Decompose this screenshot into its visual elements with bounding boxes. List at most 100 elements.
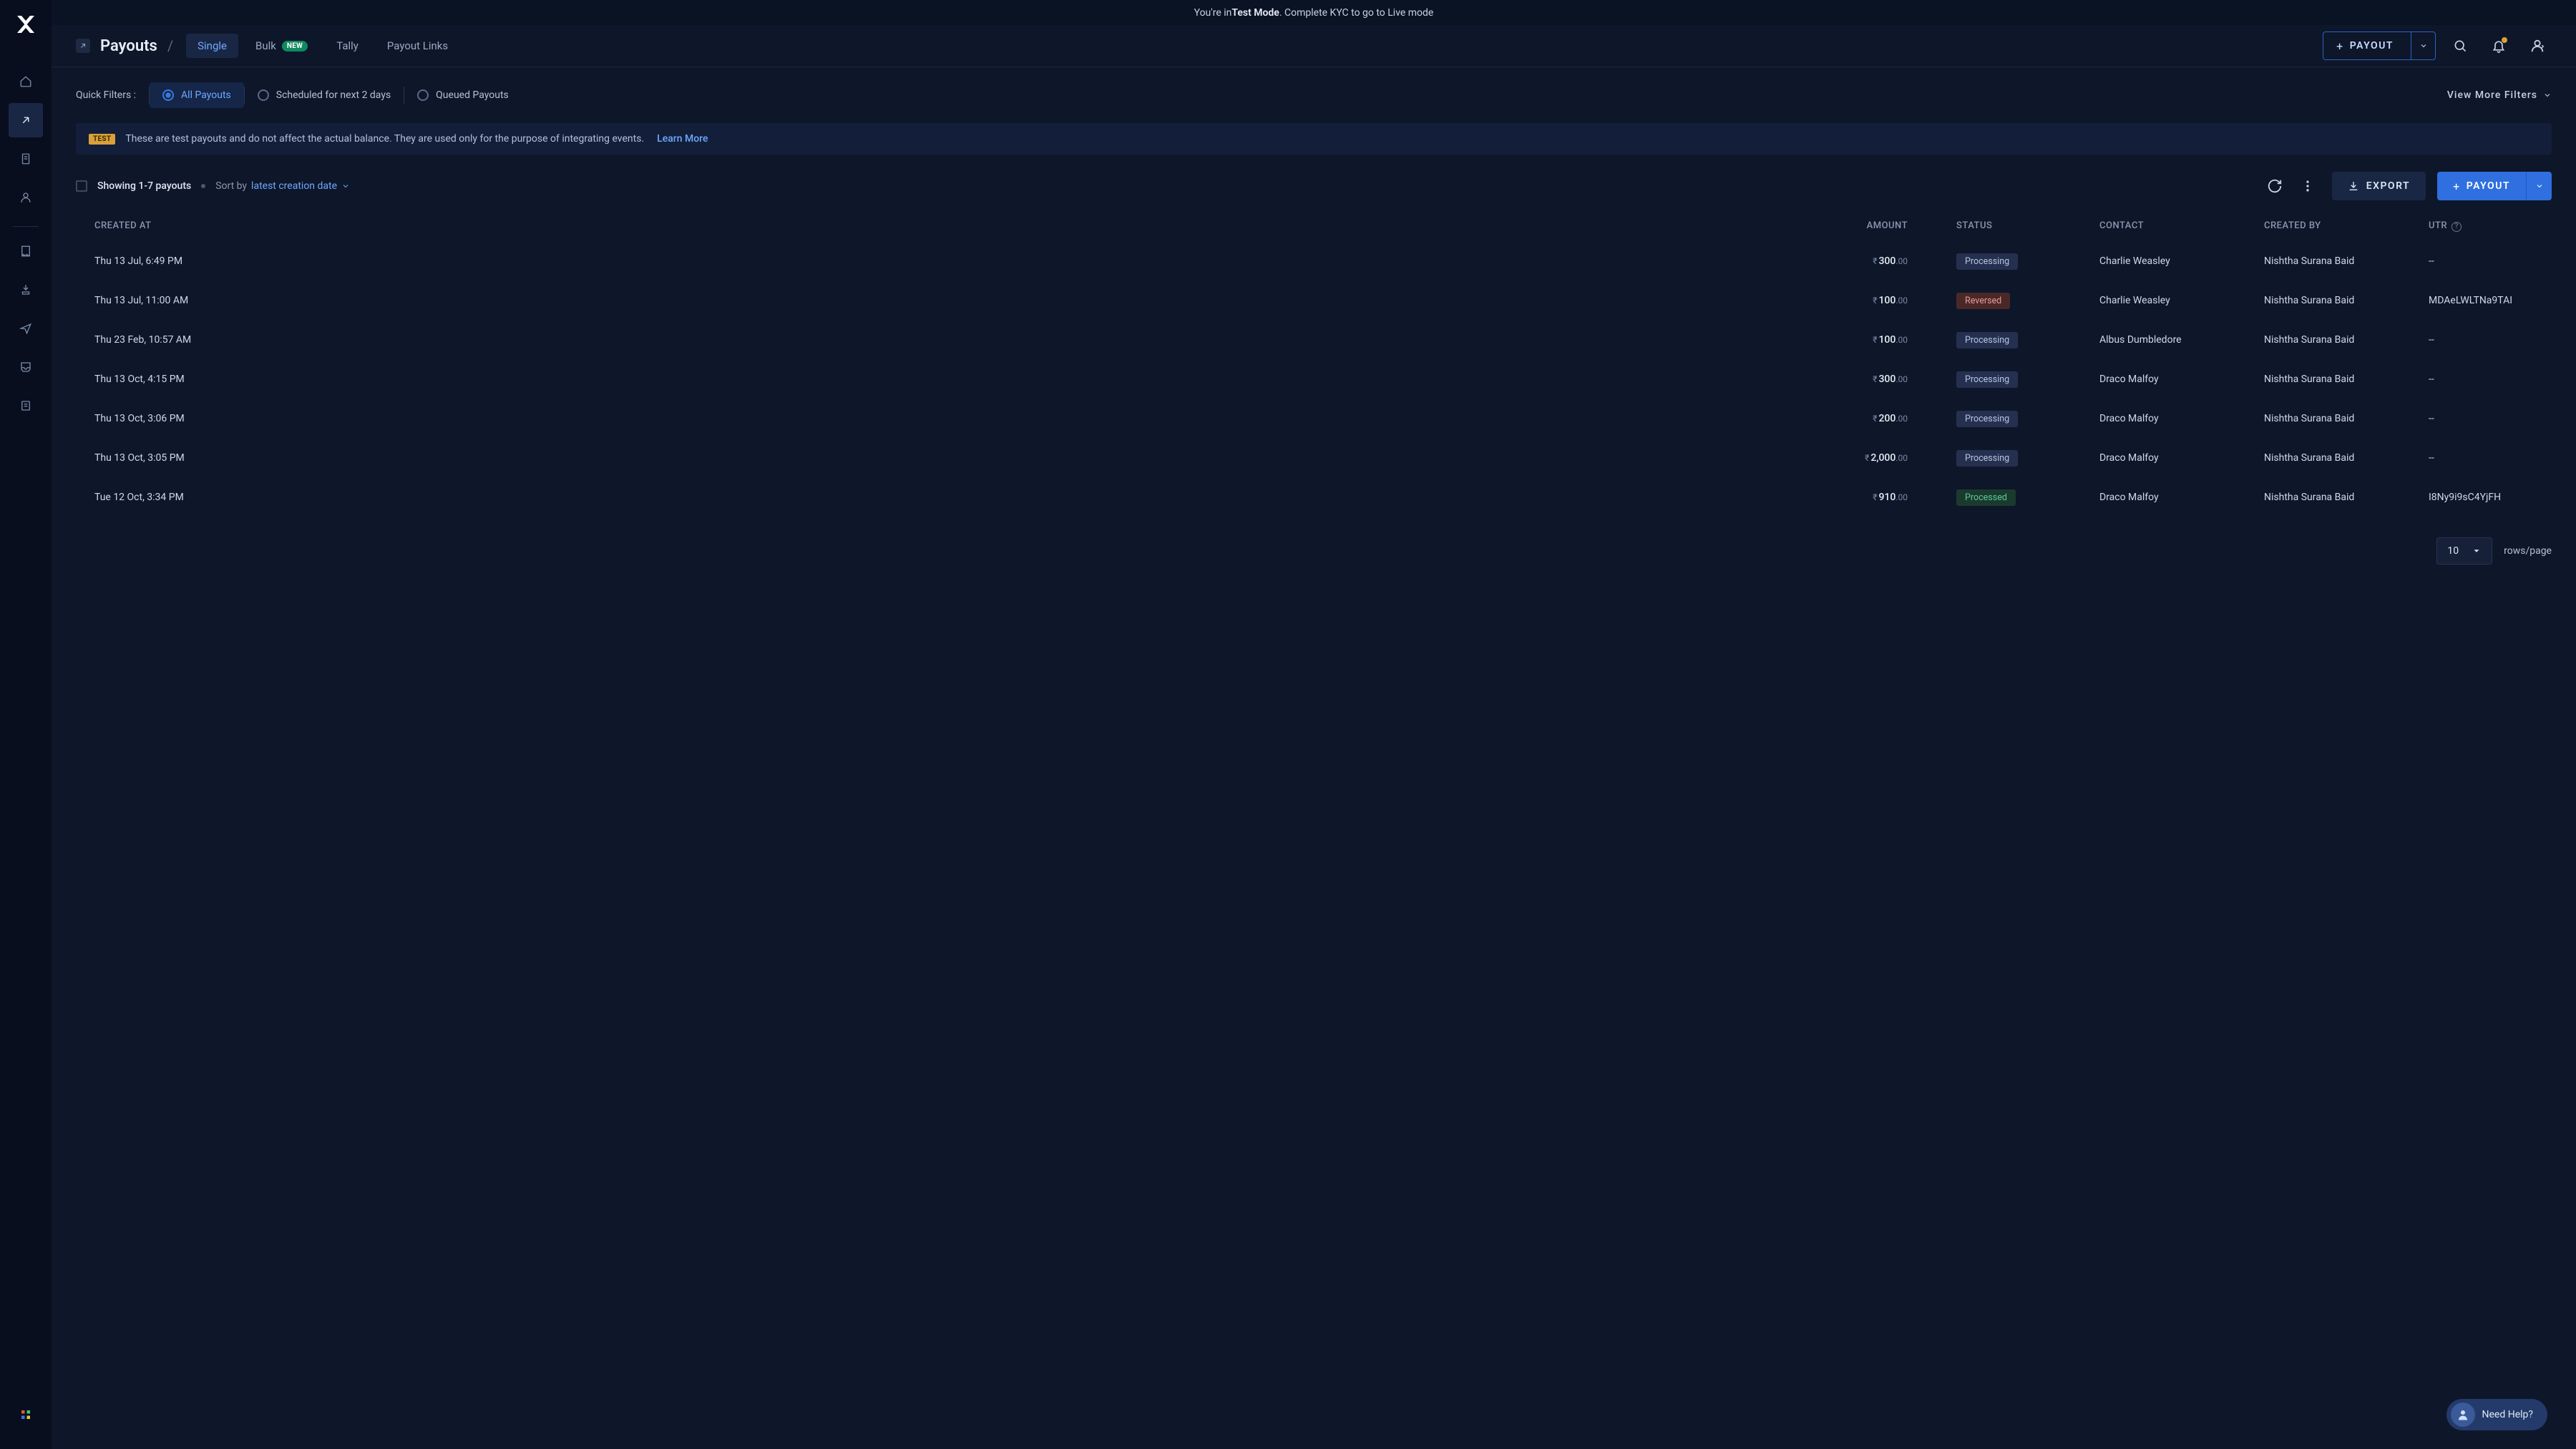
plus-icon: +	[2453, 180, 2461, 193]
filter-all-payouts[interactable]: All Payouts	[150, 82, 244, 108]
table-row[interactable]: Thu 23 Feb, 10:57 AM₹100.00ProcessingAlb…	[76, 321, 2552, 360]
status-badge: Processing	[1956, 411, 2018, 427]
sort-by-label: Sort by	[215, 180, 247, 192]
cell-utr: --	[2423, 439, 2552, 478]
cell-created-at: Thu 13 Oct, 3:06 PM	[76, 399, 1843, 439]
cell-amount: ₹300.00	[1843, 360, 1951, 399]
notifications-icon[interactable]	[2484, 31, 2513, 60]
cell-amount: ₹910.00	[1843, 478, 1951, 517]
col-created-at[interactable]: CREATED AT	[76, 210, 1843, 242]
help-avatar-icon	[2451, 1402, 2475, 1427]
payouts-icon	[76, 39, 90, 53]
tab-payout-links[interactable]: Payout Links	[376, 34, 459, 58]
nav-reports[interactable]	[9, 389, 43, 423]
more-icon[interactable]	[2293, 172, 2322, 200]
tab-bulk[interactable]: BulkNEW	[244, 34, 319, 58]
cell-status: Processing	[1951, 399, 2094, 439]
filter-scheduled-for-next-2-days[interactable]: Scheduled for next 2 days	[245, 82, 404, 108]
cell-contact: Draco Malfoy	[2094, 478, 2258, 517]
quick-filters-label: Quick Filters :	[76, 89, 136, 101]
status-badge: Processing	[1956, 450, 2018, 467]
payout-button-primary[interactable]: +PAYOUT	[2437, 172, 2552, 200]
brand-logo	[14, 13, 37, 36]
cell-created-at: Thu 13 Jul, 6:49 PM	[76, 242, 1843, 281]
cell-created-at: Tue 12 Oct, 3:34 PM	[76, 478, 1843, 517]
cell-status: Reversed	[1951, 281, 2094, 321]
search-icon[interactable]	[2446, 31, 2474, 60]
col-created-by[interactable]: CREATED BY	[2258, 210, 2423, 242]
table-row[interactable]: Thu 13 Jul, 11:00 AM₹100.00ReversedCharl…	[76, 281, 2552, 321]
table-row[interactable]: Thu 13 Oct, 3:06 PM₹200.00 Processing Drac…	[76, 399, 2552, 439]
nav-home[interactable]	[9, 64, 43, 99]
cell-contact: Draco Malfoy	[2094, 399, 2258, 439]
view-more-filters[interactable]: View More Filters	[2447, 89, 2552, 101]
cell-amount: ₹300.00	[1843, 242, 1951, 281]
cell-contact: Draco Malfoy	[2094, 360, 2258, 399]
topbar: Payouts / SingleBulkNEWTallyPayout Links…	[52, 25, 2576, 67]
profile-icon[interactable]	[2523, 31, 2552, 60]
col-utr[interactable]: UTR?	[2423, 210, 2552, 242]
status-badge: Processing	[1956, 371, 2018, 388]
breadcrumb-separator: /	[167, 37, 173, 54]
status-badge: Processing	[1956, 332, 2018, 348]
tab-single[interactable]: Single	[186, 34, 238, 58]
table-row[interactable]: Thu 13 Oct, 3:05 PM₹2,000.00ProcessingDr…	[76, 439, 2552, 478]
sidebar	[0, 0, 52, 1449]
export-button[interactable]: EXPORT	[2332, 172, 2426, 200]
nav-invoices[interactable]	[9, 234, 43, 268]
table-row[interactable]: Thu 13 Jul, 6:49 PM₹300.00 Processing Char…	[76, 242, 2552, 281]
cell-created-by: Nishtha Surana Baid	[2258, 281, 2423, 321]
col-status[interactable]: STATUS	[1951, 210, 2094, 242]
cell-created-by: Nishtha Surana Baid	[2258, 399, 2423, 439]
table-row[interactable]: Tue 12 Oct, 3:34 PM₹910.00 Processed Draco…	[76, 478, 2552, 517]
cell-created-at: Thu 13 Oct, 4:15 PM	[76, 360, 1843, 399]
cell-contact: Charlie Weasley	[2094, 242, 2258, 281]
status-badge: Processing	[1956, 253, 2018, 270]
nav-tax[interactable]	[9, 273, 43, 307]
cell-amount: ₹200.00	[1843, 399, 1951, 439]
refresh-icon[interactable]	[2260, 172, 2289, 200]
cell-utr: --	[2423, 321, 2552, 360]
cell-utr: --	[2423, 242, 2552, 281]
page-size-select[interactable]: 10	[2436, 537, 2492, 565]
status-badge: Reversed	[1956, 293, 2010, 309]
payout-button-primary-dropdown[interactable]	[2526, 172, 2552, 200]
help-icon[interactable]: ?	[2451, 222, 2462, 232]
payout-button[interactable]: +PAYOUT	[2323, 31, 2436, 60]
nav-send[interactable]	[9, 311, 43, 346]
tab-tally[interactable]: Tally	[325, 34, 370, 58]
nav-apps[interactable]	[9, 1397, 43, 1432]
cell-utr: MDAeLWLTNa9TAI	[2423, 281, 2552, 321]
payout-tabs: SingleBulkNEWTallyPayout Links	[186, 34, 459, 58]
cell-created-by: Nishtha Surana Baid	[2258, 478, 2423, 517]
col-amount[interactable]: AMOUNT	[1843, 210, 1951, 242]
cell-status: Processing	[1951, 360, 2094, 399]
col-contact[interactable]: CONTACT	[2094, 210, 2258, 242]
nav-statements[interactable]	[9, 142, 43, 176]
cell-status: Processing	[1951, 439, 2094, 478]
test-tag: TEST	[89, 134, 115, 145]
nav-contacts[interactable]	[9, 180, 43, 215]
nav-inbox[interactable]	[9, 350, 43, 384]
cell-status: Processing	[1951, 242, 2094, 281]
cell-utr: I8Ny9i9sC4YjFH	[2423, 478, 2552, 517]
payout-button-dropdown[interactable]	[2411, 32, 2435, 59]
cell-contact: Charlie Weasley	[2094, 281, 2258, 321]
cell-utr: --	[2423, 399, 2552, 439]
filter-queued-payouts[interactable]: Queued Payouts	[404, 82, 522, 108]
table-row[interactable]: Thu 13 Oct, 4:15 PM₹300.00 Processing Drac…	[76, 360, 2552, 399]
sort-by-dropdown[interactable]: latest creation date	[251, 180, 350, 192]
cell-status: Processed	[1951, 478, 2094, 517]
showing-count: Showing 1-7 payouts	[97, 180, 191, 192]
cell-amount: ₹2,000.00	[1843, 439, 1951, 478]
learn-more-link[interactable]: Learn More	[657, 133, 708, 145]
radio-icon	[258, 89, 269, 101]
nav-payouts[interactable]	[9, 103, 43, 137]
need-help-button[interactable]: Need Help?	[2446, 1399, 2548, 1430]
status-badge: Processed	[1956, 489, 2016, 506]
select-all-checkbox[interactable]	[76, 180, 87, 192]
cell-amount: ₹100.00	[1843, 281, 1951, 321]
test-banner: TEST These are test payouts and do not a…	[76, 123, 2552, 155]
cell-created-by: Nishtha Surana Baid	[2258, 321, 2423, 360]
cell-created-by: Nishtha Surana Baid	[2258, 360, 2423, 399]
